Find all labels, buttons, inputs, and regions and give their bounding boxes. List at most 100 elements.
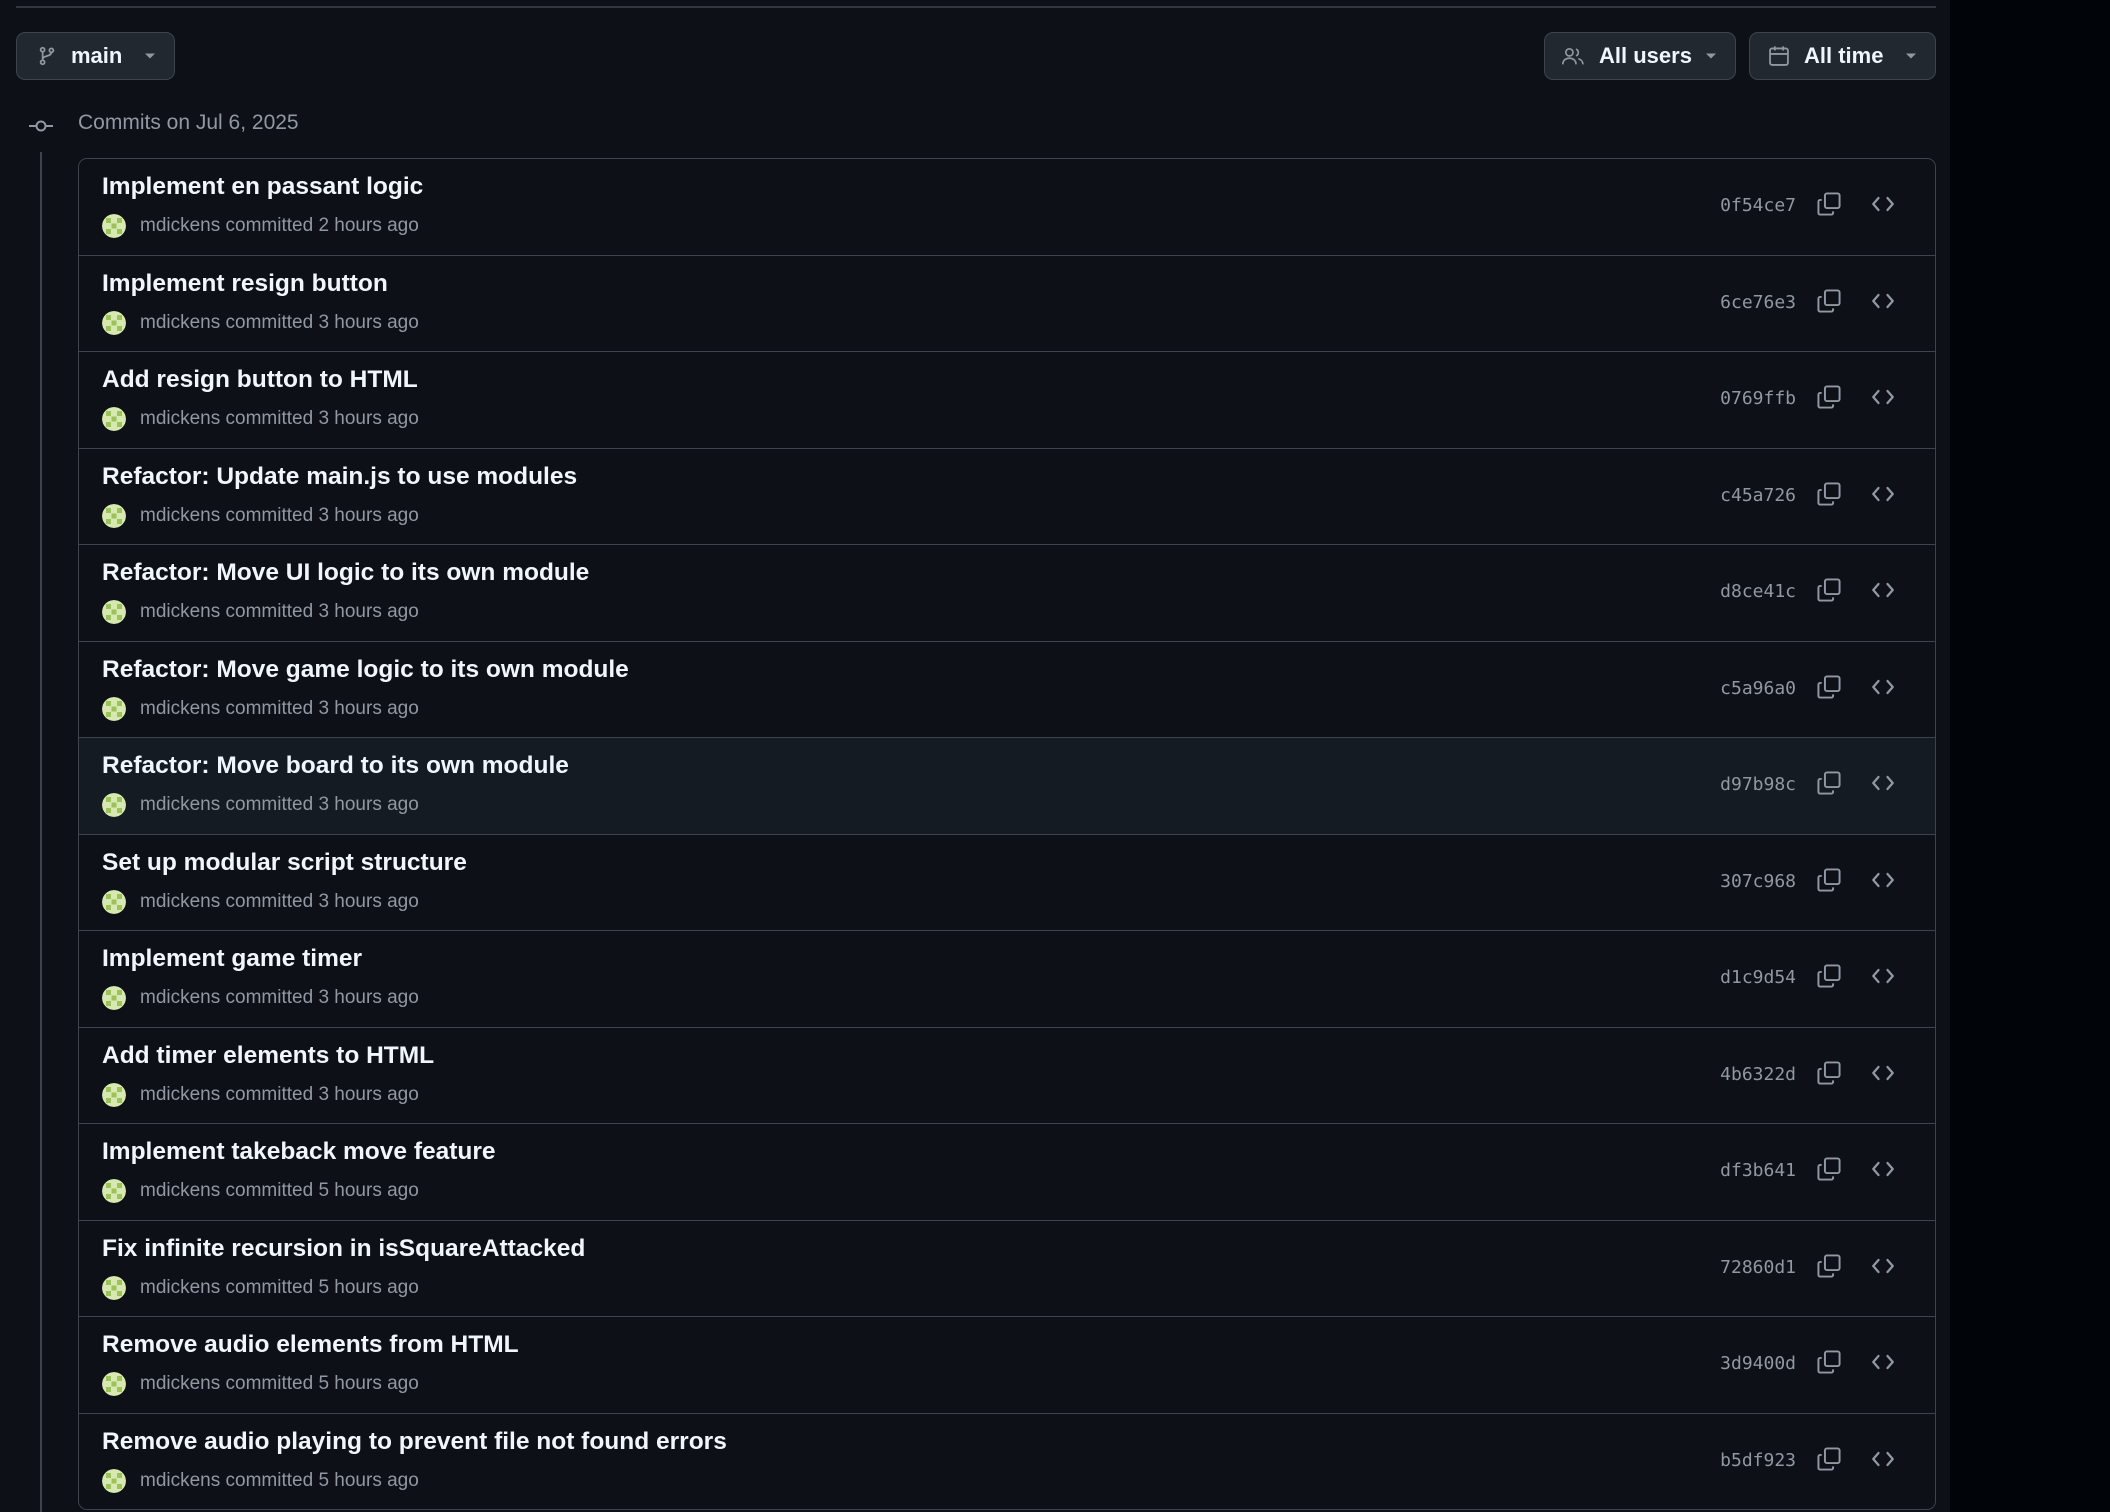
code-icon[interactable] [1870, 578, 1896, 607]
commit-author-link[interactable]: mdickens [140, 987, 220, 1009]
commit-title-link[interactable]: Refactor: Update main.js to use modules [102, 463, 577, 491]
code-icon[interactable] [1870, 482, 1896, 511]
copy-icon[interactable] [1816, 1156, 1842, 1187]
copy-icon[interactable] [1816, 963, 1842, 994]
chevron-down-icon [144, 52, 156, 60]
commit-title-link[interactable]: Refactor: Move UI logic to its own modul… [102, 559, 589, 587]
code-icon[interactable] [1870, 1061, 1896, 1090]
commit-time: 3 hours ago [313, 1083, 419, 1105]
commit-author-link[interactable]: mdickens [140, 794, 220, 816]
code-icon[interactable] [1870, 385, 1896, 414]
commit-meta: mdickens committed 3 hours ago [102, 696, 419, 721]
code-icon[interactable] [1870, 289, 1896, 318]
commit-title-link[interactable]: Implement takeback move feature [102, 1138, 496, 1166]
commit-author-link[interactable]: mdickens [140, 698, 220, 720]
branch-selector-button[interactable]: main [16, 32, 175, 80]
avatar[interactable] [102, 1372, 140, 1396]
copy-icon[interactable] [1816, 1446, 1842, 1477]
copy-icon[interactable] [1816, 867, 1842, 898]
commit-title-link[interactable]: Implement en passant logic [102, 173, 423, 201]
commit-sha-link[interactable]: d97b98c [1720, 774, 1796, 795]
avatar[interactable] [102, 986, 140, 1010]
commit-title-link[interactable]: Add timer elements to HTML [102, 1042, 434, 1070]
copy-icon[interactable] [1816, 674, 1842, 705]
commit-row: Implement takeback move feature mdickens… [79, 1124, 1935, 1221]
time-filter-button[interactable]: All time [1749, 32, 1936, 80]
avatar[interactable] [102, 889, 140, 914]
commit-author-link[interactable]: mdickens [140, 1373, 220, 1395]
commit-title-link[interactable]: Remove audio elements from HTML [102, 1331, 519, 1359]
commit-sha-link[interactable]: c5a96a0 [1720, 678, 1796, 699]
code-icon[interactable] [1870, 1157, 1896, 1186]
commit-title-link[interactable]: Fix infinite recursion in isSquareAttack… [102, 1235, 585, 1263]
commit-author-link[interactable]: mdickens [140, 408, 220, 430]
calendar-icon [1768, 45, 1790, 67]
commit-author-link[interactable]: mdickens [140, 1470, 220, 1492]
code-icon[interactable] [1870, 192, 1896, 221]
commit-sha-link[interactable]: d8ce41c [1720, 581, 1796, 602]
commit-time: 2 hours ago [313, 215, 419, 236]
commit-author-link[interactable]: mdickens [140, 1180, 220, 1202]
commit-sha-link[interactable]: d1c9d54 [1720, 967, 1796, 988]
copy-icon[interactable] [1816, 1060, 1842, 1091]
code-icon[interactable] [1870, 964, 1896, 993]
commit-title-link[interactable]: Refactor: Move game logic to its own mod… [102, 656, 629, 684]
commit-time: 3 hours ago [313, 987, 419, 1008]
commit-sha-link[interactable]: 3d9400d [1720, 1353, 1796, 1374]
commit-title-link[interactable]: Implement resign button [102, 270, 388, 298]
commit-title-link[interactable]: Refactor: Move board to its own module [102, 752, 569, 780]
code-icon[interactable] [1870, 675, 1896, 704]
commit-author-link[interactable]: mdickens [140, 312, 220, 334]
git-commit-icon [28, 116, 54, 141]
copy-icon[interactable] [1816, 191, 1842, 222]
commit-time: 5 hours ago [313, 1469, 419, 1491]
commit-timeline-line [40, 152, 42, 1512]
commit-sha-link[interactable]: b5df923 [1720, 1450, 1796, 1471]
commit-meta: mdickens committed 3 hours ago [102, 310, 419, 335]
commit-sha-link[interactable]: df3b641 [1720, 1160, 1796, 1181]
copy-icon[interactable] [1816, 770, 1842, 801]
commit-sha-link[interactable]: 72860d1 [1720, 1257, 1796, 1278]
commit-author-link[interactable]: mdickens [140, 1084, 220, 1106]
avatar[interactable] [102, 793, 140, 817]
avatar[interactable] [102, 503, 140, 528]
avatar[interactable] [102, 1082, 140, 1107]
copy-icon[interactable] [1816, 481, 1842, 512]
avatar[interactable] [102, 1275, 140, 1300]
avatar[interactable] [102, 600, 140, 624]
commit-title-link[interactable]: Set up modular script structure [102, 849, 467, 877]
commit-title-link[interactable]: Add resign button to HTML [102, 366, 418, 394]
code-icon[interactable] [1870, 1447, 1896, 1476]
commit-sha-link[interactable]: 0f54ce7 [1720, 195, 1796, 216]
commit-sha-link[interactable]: 307c968 [1720, 871, 1796, 892]
copy-icon[interactable] [1816, 577, 1842, 608]
users-filter-button[interactable]: All users [1544, 32, 1736, 80]
avatar[interactable] [102, 1179, 140, 1203]
commit-author-link[interactable]: mdickens [140, 891, 220, 913]
commit-author-link[interactable]: mdickens [140, 601, 220, 623]
copy-icon[interactable] [1816, 288, 1842, 319]
code-icon[interactable] [1870, 771, 1896, 800]
commit-author-link[interactable]: mdickens [140, 1277, 220, 1299]
commit-meta: mdickens committed 2 hours ago [102, 214, 419, 238]
avatar[interactable] [102, 696, 140, 721]
commit-sha-link[interactable]: 0769ffb [1720, 388, 1796, 409]
commit-author-link[interactable]: mdickens [140, 215, 220, 237]
chevron-down-icon [1905, 52, 1917, 60]
avatar[interactable] [102, 310, 140, 335]
avatar[interactable] [102, 407, 140, 431]
code-icon[interactable] [1870, 1350, 1896, 1379]
commit-title-link[interactable]: Remove audio playing to prevent file not… [102, 1428, 727, 1456]
code-icon[interactable] [1870, 868, 1896, 897]
avatar[interactable] [102, 214, 140, 238]
commit-title-link[interactable]: Implement game timer [102, 945, 362, 973]
copy-icon[interactable] [1816, 384, 1842, 415]
commit-author-link[interactable]: mdickens [140, 505, 220, 527]
avatar[interactable] [102, 1468, 140, 1493]
copy-icon[interactable] [1816, 1349, 1842, 1380]
commit-sha-link[interactable]: c45a726 [1720, 485, 1796, 506]
commit-sha-link[interactable]: 6ce76e3 [1720, 292, 1796, 313]
code-icon[interactable] [1870, 1254, 1896, 1283]
commit-sha-link[interactable]: 4b6322d [1720, 1064, 1796, 1085]
copy-icon[interactable] [1816, 1253, 1842, 1284]
